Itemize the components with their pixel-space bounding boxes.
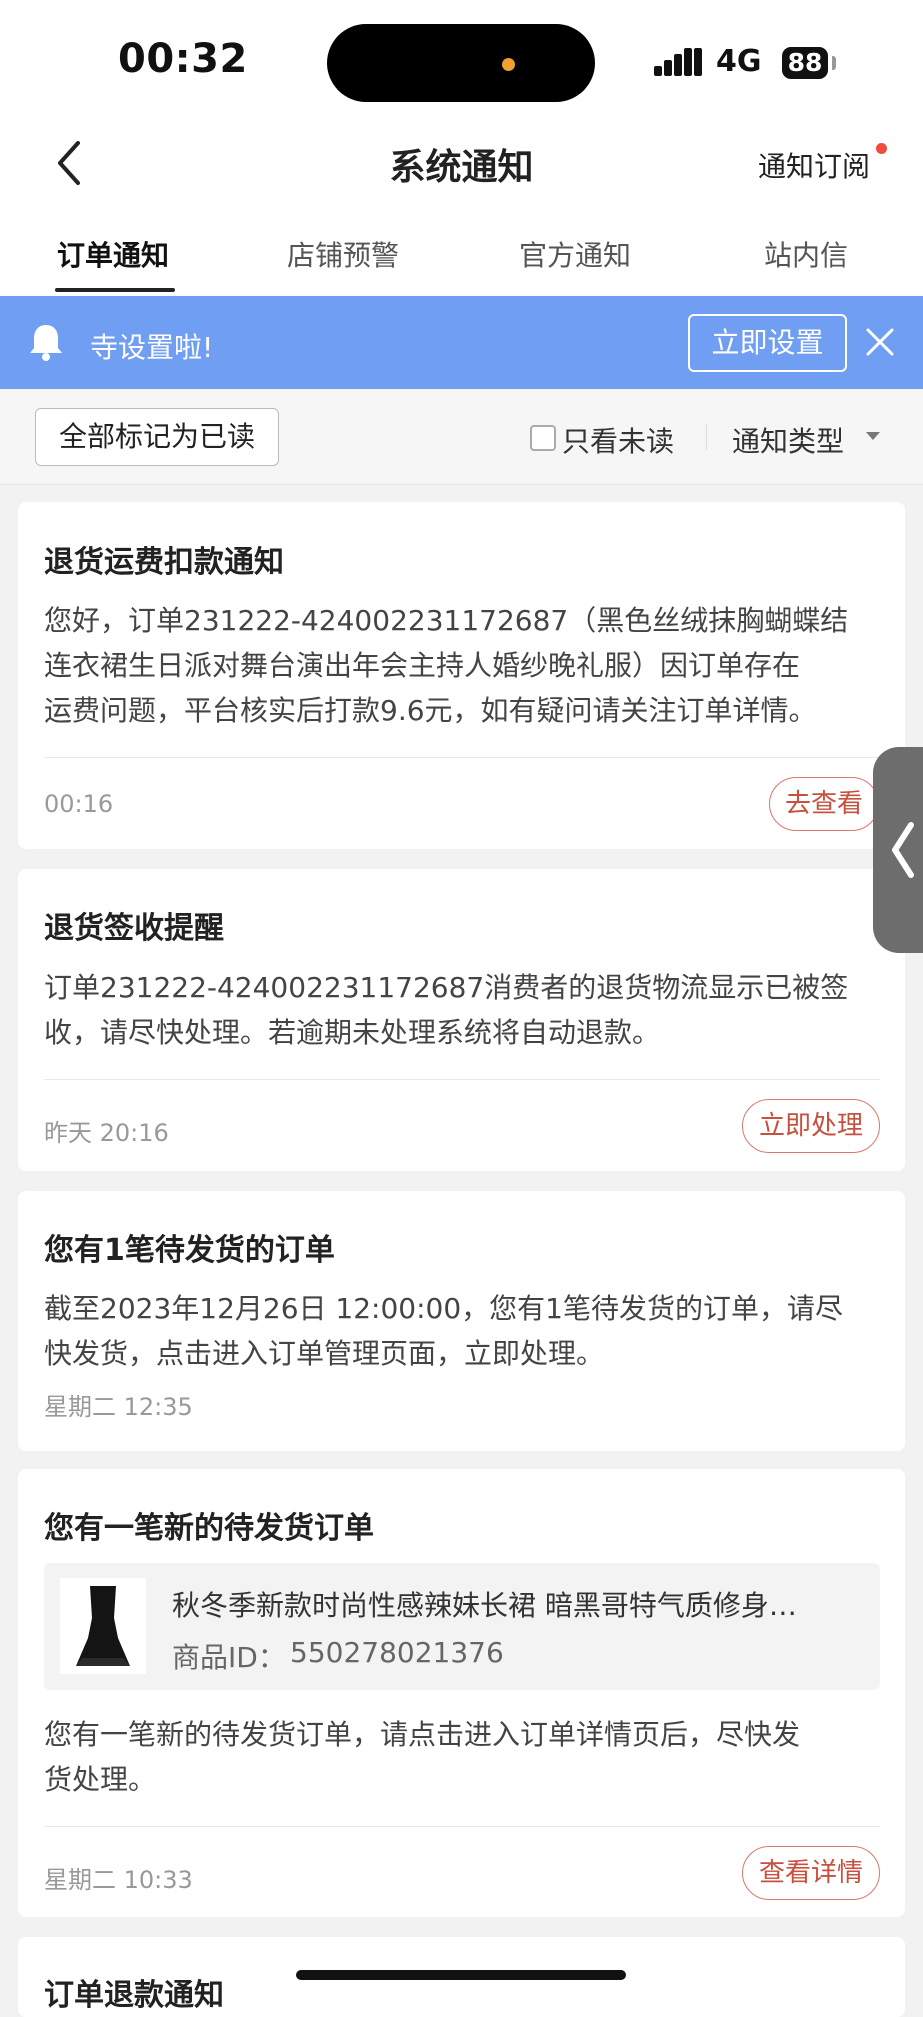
tab-official-notices[interactable]: 官方通知	[519, 234, 631, 274]
mark-all-read-button[interactable]: 全部标记为已读	[35, 408, 279, 466]
notification-time: 星期二 12:35	[44, 1393, 193, 1421]
unread-only-checkbox[interactable]	[530, 425, 556, 451]
unread-dot	[876, 143, 887, 154]
notification-body-line: 运费问题，平台核实后打款9.6元，如有疑问请关注订单详情。	[44, 694, 817, 727]
unread-only-label[interactable]: 只看未读	[562, 420, 674, 460]
notification-body-line: 收，请尽快处理。若逾期未处理系统将自动退款。	[44, 1016, 661, 1049]
notification-body-line: 货处理。	[44, 1763, 157, 1796]
tab-store-alerts[interactable]: 店铺预警	[287, 234, 399, 274]
setup-now-button[interactable]: 立即设置	[688, 314, 847, 372]
notification-title: 订单退款通知	[44, 1978, 224, 2013]
notification-body-line: 连衣裙生日派对舞台演出年会主持人婚纱晚礼服）因订单存在	[44, 649, 801, 682]
notification-title: 退货运费扣款通知	[44, 545, 284, 580]
caret-down-icon	[866, 432, 880, 440]
product-id: 550278021376	[290, 1636, 504, 1669]
product-name: 秋冬季新款时尚性感辣妹长裙 暗黑哥特气质修身…	[172, 1589, 797, 1622]
notification-body-line: 快发货，点击进入订单管理页面，立即处理。	[44, 1337, 605, 1370]
dynamic-island	[327, 24, 595, 102]
notification-time: 昨天 20:16	[44, 1119, 169, 1147]
bell-icon	[28, 322, 64, 362]
notification-title: 您有1笔待发货的订单	[44, 1233, 335, 1268]
notification-body-line: 您有一笔新的待发货订单，请点击进入订单详情页后，尽快发	[44, 1718, 801, 1751]
notification-title: 退货签收提醒	[44, 911, 224, 946]
chevron-left-icon	[892, 822, 914, 878]
notification-type-dropdown[interactable]: 通知类型	[732, 420, 844, 460]
notification-body-line: 您好，订单231222-424002231172687（黑色丝绒抹胸蝴蝶结	[44, 604, 849, 637]
signal-icon	[654, 48, 704, 76]
process-now-button[interactable]: 立即处理	[742, 1099, 880, 1153]
product-summary[interactable]	[44, 1563, 880, 1690]
card-divider	[44, 1079, 880, 1080]
network-type: 4G	[716, 44, 762, 79]
side-panel-handle[interactable]	[873, 747, 923, 953]
notification-subscribe-link[interactable]: 通知订阅	[758, 145, 870, 185]
battery-icon: 88	[782, 47, 828, 79]
view-button[interactable]: 去查看	[769, 777, 879, 831]
notification-body-line: 订单231222-424002231172687消费者的退货物流显示已被签	[44, 971, 849, 1004]
card-divider	[44, 757, 880, 758]
home-indicator[interactable]	[296, 1970, 626, 1980]
status-time: 00:32	[118, 36, 248, 82]
product-id-label: 商品ID：	[172, 1641, 286, 1674]
notification-body-line: 截至2023年12月26日 12:00:00，您有1笔待发货的订单，请尽	[44, 1292, 843, 1325]
notification-time: 星期二 10:33	[44, 1866, 193, 1894]
notification-title: 您有一笔新的待发货订单	[44, 1511, 374, 1546]
banner-text: 寺设置啦!	[90, 331, 214, 364]
active-tab-indicator	[55, 288, 175, 292]
view-details-button[interactable]: 查看详情	[742, 1846, 880, 1900]
notification-time: 00:16	[44, 790, 114, 818]
camera-indicator-dot	[502, 58, 515, 71]
tab-order-notifications[interactable]: 订单通知	[57, 234, 169, 274]
battery-tip	[832, 56, 836, 70]
divider	[706, 424, 707, 450]
close-icon[interactable]	[864, 326, 896, 358]
card-divider	[44, 1826, 880, 1827]
tab-inbox-messages[interactable]: 站内信	[764, 234, 848, 274]
product-thumbnail	[60, 1578, 146, 1674]
